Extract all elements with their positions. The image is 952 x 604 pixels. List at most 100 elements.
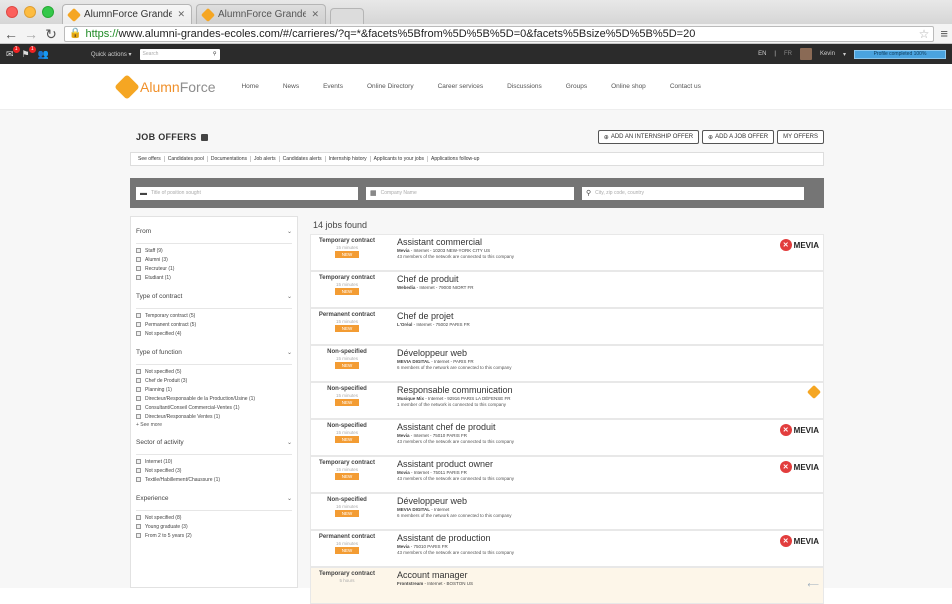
company-name[interactable]: Mevia [397,544,410,549]
add-internship-button[interactable]: ⊕ ADD AN INTERNSHIP OFFER [597,130,700,144]
filter-option[interactable]: Not specified (4) [136,329,292,338]
browser-menu-icon[interactable]: ≡ [940,26,948,41]
filter-option[interactable]: Staff (9) [136,246,292,255]
quick-actions-menu[interactable]: Quick actions ▾ [91,51,132,58]
users-icon[interactable]: 👥 [38,49,49,60]
company-name[interactable]: L'Oréal [397,322,412,327]
checkbox[interactable] [136,515,141,520]
checkbox[interactable] [136,414,141,419]
company-name[interactable]: MEVIA DIGITAL [397,359,430,364]
filter-option[interactable]: Directeur/Responsable Ventes (1) [136,412,292,421]
alumnforce-logo[interactable]: AlumnForce [114,73,215,100]
chevron-down-icon[interactable]: ⌄ [287,349,292,356]
chevron-down-icon[interactable]: ⌄ [287,293,292,300]
job-title[interactable]: Assistant commercial [397,237,823,247]
filter-header[interactable]: From ⌄ [136,221,292,241]
filter-option[interactable]: Young graduate (3) [136,522,292,531]
subnav-internship-history[interactable]: Internship history [326,156,371,162]
subnav-see-offers[interactable]: See offers [135,156,165,162]
job-row[interactable]: Temporary contract 15 minutes NEW Chef de p… [310,271,824,308]
job-title[interactable]: Chef de produit [397,274,823,284]
company-name[interactable]: Mevia [397,248,410,253]
checkbox[interactable] [136,248,141,253]
lang-en[interactable]: EN [758,51,766,57]
nav-online-directory[interactable]: Online Directory [367,83,414,90]
filter-option[interactable]: Internet (10) [136,457,292,466]
company-name[interactable]: Webedia [397,285,415,290]
chevron-down-icon[interactable]: ▾ [843,51,846,58]
close-tab-icon[interactable]: ✕ [311,9,319,20]
checkbox[interactable] [136,378,141,383]
subnav-candidates-pool[interactable]: Candidates pool [165,156,208,162]
filter-option[interactable]: Permanent contract (5) [136,320,292,329]
filter-option[interactable]: From 2 to 5 years (2) [136,531,292,540]
company-name[interactable]: MEVIA DIGITAL [397,507,430,512]
checkbox[interactable] [136,266,141,271]
nav-career-services[interactable]: Career services [438,83,484,90]
bookmark-star-icon[interactable]: ☆ [919,27,930,41]
address-bar[interactable]: 🔒 https://www.alumni-grandes-ecoles.com/… [64,25,935,42]
browser-tab-inactive[interactable]: AlumnForce Grandes École ✕ [196,4,326,24]
subnav-applicants[interactable]: Applicants to your jobs [371,156,428,162]
company-logo[interactable]: ✕ MEVIA [779,424,819,436]
filter-header[interactable]: Experience ⌄ [136,488,292,508]
subnav-job-alerts[interactable]: Job alerts [251,156,280,162]
filter-option[interactable]: Chef de Produit (3) [136,376,292,385]
job-title[interactable]: Développeur web [397,348,823,358]
chevron-down-icon[interactable]: ⌄ [287,439,292,446]
job-title[interactable]: Account manager [397,570,823,580]
back-arrow-icon[interactable]: ← [4,27,18,41]
filter-option[interactable]: Alumni (3) [136,255,292,264]
nav-events[interactable]: Events [323,83,343,90]
rss-icon[interactable] [200,133,208,141]
filter-option[interactable]: Directeur/Responsable de la Production/U… [136,394,292,403]
job-row[interactable]: Permanent contract 16 minutes NEW Assistant… [310,530,824,567]
filter-option[interactable]: Not specified (3) [136,466,292,475]
minimize-window-button[interactable] [24,6,36,18]
forward-arrow-icon[interactable]: → [24,27,38,41]
new-tab-button[interactable] [330,8,364,24]
subnav-applications-follow-up[interactable]: Applications follow-up [428,156,482,162]
job-row[interactable]: Non-specified 15 minutes NEW Développeur we… [310,345,824,382]
nav-online-shop[interactable]: Online shop [611,83,646,90]
company-name[interactable]: Movia [397,470,410,475]
close-window-button[interactable] [6,6,18,18]
checkbox[interactable] [136,369,141,374]
user-name[interactable]: Kevin [820,51,835,57]
checkbox[interactable] [136,387,141,392]
mail-icon[interactable]: ✉ 1 [6,45,20,60]
job-row[interactable]: Temporary contract 15 minutes NEW Assistant… [310,456,824,493]
reload-icon[interactable]: ↻ [44,27,58,41]
checkbox[interactable] [136,313,141,318]
nav-home[interactable]: Home [241,83,258,90]
job-title[interactable]: Développeur web [397,496,823,506]
subnav-documentations[interactable]: Documentations [208,156,251,162]
close-tab-icon[interactable]: ✕ [177,9,185,20]
checkbox[interactable] [136,322,141,327]
checkbox[interactable] [136,396,141,401]
filter-option[interactable]: Recruteur (1) [136,264,292,273]
job-row[interactable]: Non-specified 15 minutes NEW Responsable co… [310,382,824,419]
job-row[interactable]: Non-specified 16 minutes NEW Développeur we… [310,493,824,530]
company-logo[interactable]: ✕ MEVIA [779,239,819,251]
job-row[interactable]: Temporary contract 15 minutes NEW Assistant… [310,234,824,271]
city-search-field[interactable]: ⚲ City, zip code, country [582,186,804,200]
job-row[interactable]: Permanent contract 15 minutes NEW Chef de p… [310,308,824,345]
checkbox[interactable] [136,257,141,262]
browser-tab-active[interactable]: AlumnForce Grandes Écol ✕ [62,4,192,24]
search-icon[interactable]: ⚲ [213,51,217,57]
checkbox[interactable] [136,533,141,538]
company-logo[interactable] [806,384,822,400]
checkbox[interactable] [136,405,141,410]
filter-option[interactable]: Not specified (8) [136,513,292,522]
my-offers-button[interactable]: MY OFFERS [777,130,824,144]
checkbox[interactable] [136,468,141,473]
job-title[interactable]: Assistant chef de produit [397,422,823,432]
company-logo[interactable]: ✕ MEVIA [779,535,819,547]
filter-option[interactable]: Etudiant (1) [136,273,292,282]
maximize-window-button[interactable] [42,6,54,18]
checkbox[interactable] [136,524,141,529]
checkbox[interactable] [136,459,141,464]
site-search-input[interactable]: Search ⚲ [139,48,220,60]
lang-fr[interactable]: FR [784,51,792,57]
